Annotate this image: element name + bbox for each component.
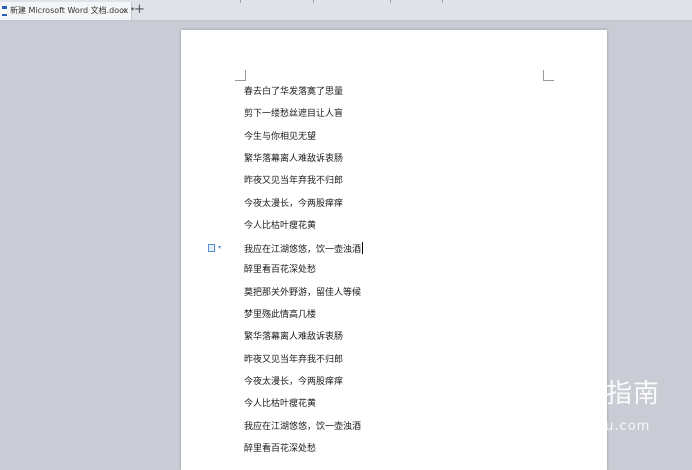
document-line[interactable]: 今生与你相见无望 <box>244 131 316 143</box>
document-line[interactable]: 今夜太漫长，今两股痒痒 <box>244 198 343 210</box>
document-line[interactable]: 昨夜又见当年弃我不归郎 <box>244 175 343 187</box>
ruler-tick <box>240 0 241 3</box>
document-line[interactable]: 醉里看百花深处愁 <box>244 443 316 455</box>
document-line[interactable]: 繁华落幕离人难敌诉衷肠 <box>244 153 343 165</box>
ruler-tick <box>313 0 314 3</box>
paragraph-layout-icon[interactable] <box>208 244 215 252</box>
document-line[interactable]: 梦里殇此情高几楼 <box>244 309 316 321</box>
document-line[interactable]: 昨夜又见当年弃我不归郎 <box>244 354 343 366</box>
document-line[interactable]: 醉里看百花深处愁 <box>244 264 316 276</box>
document-line[interactable]: 今人比枯叶瘦花黄 <box>244 220 316 232</box>
tab-bar: 新建 Microsoft Word 文档.docx * × + <box>0 0 692 21</box>
margin-corner-top-right <box>543 70 554 81</box>
word-document-icon <box>2 6 7 16</box>
document-line[interactable]: 繁华落幕离人难敌诉衷肠 <box>244 331 343 343</box>
document-line[interactable]: 今夜太漫长，今两股痒痒 <box>244 376 343 388</box>
document-line[interactable]: 我应在江湖悠悠，饮一壶浊酒 <box>244 421 361 433</box>
tab-title: 新建 Microsoft Word 文档.docx * <box>10 6 135 15</box>
sogou-logo-icon: S <box>514 378 546 410</box>
watermark-url: zhinan.sogou.com <box>516 419 651 434</box>
document-tab[interactable]: 新建 Microsoft Word 文档.docx * × <box>0 2 135 20</box>
watermark: S 搜狗指南 zhinan.sogou.com <box>514 376 684 436</box>
chevron-down-icon[interactable]: ▾ <box>218 244 221 252</box>
document-line[interactable]: 剪下一缕愁丝遮目让人盲 <box>244 108 343 120</box>
document-line[interactable]: 我应在江湖悠悠，饮一壶浊酒 <box>244 242 364 255</box>
ruler-tick <box>390 0 391 3</box>
document-line[interactable]: 莫把那关外野游，留佳人等候 <box>244 287 361 299</box>
document-line[interactable]: 春去白了华发落寞了思量 <box>244 86 343 98</box>
watermark-brand: 搜狗指南 <box>552 379 661 409</box>
text-cursor <box>362 242 364 254</box>
new-tab-button[interactable]: + <box>134 2 145 18</box>
document-line[interactable]: 今人比枯叶瘦花黄 <box>244 398 316 410</box>
ruler-tick <box>442 0 443 3</box>
close-tab-icon[interactable]: × <box>120 6 127 16</box>
margin-corner-top-left <box>235 70 246 81</box>
